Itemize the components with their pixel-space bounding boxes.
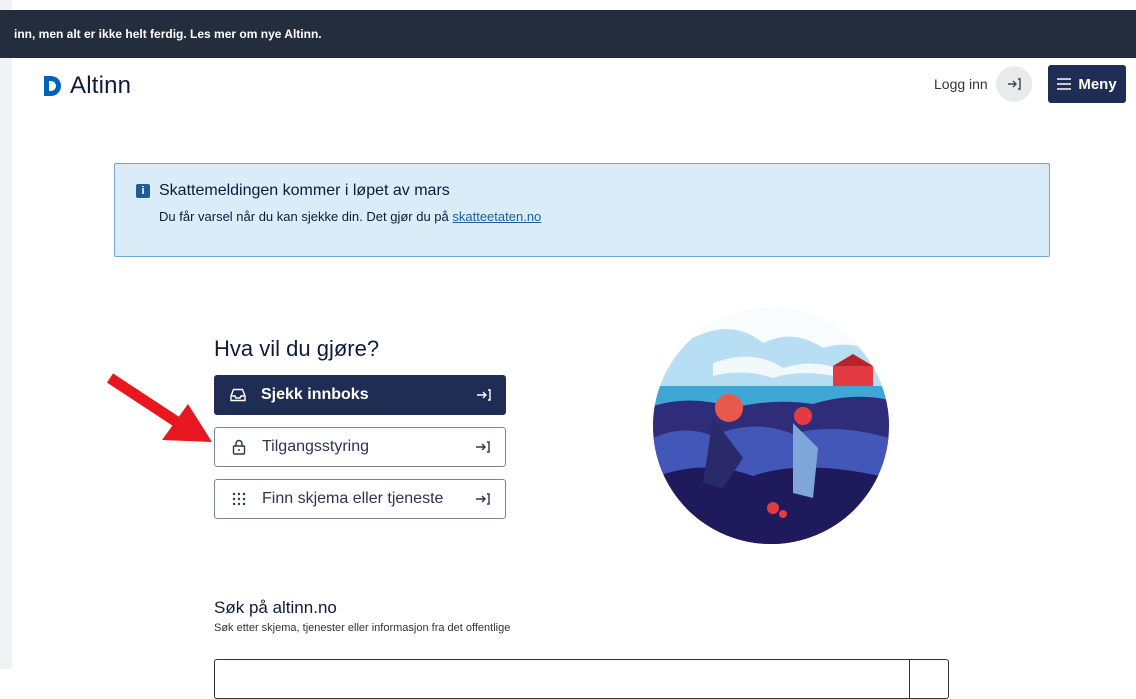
action-label: Tilgangsstyring [262,438,370,455]
left-edge [0,0,12,669]
skatteetaten-link[interactable]: skatteetaten.no [452,209,541,224]
search-button[interactable] [909,659,949,699]
alert-title: Skattemeldingen kommer i løpet av mars [159,182,450,199]
altinn-logo-icon [44,76,61,96]
info-alert: i Skattemeldingen kommer i løpet av mars… [114,163,1050,257]
hamburger-icon [1057,78,1072,90]
annotation-arrow-icon [106,373,212,442]
login-icon [995,66,1032,102]
menu-button[interactable]: Meny [1048,65,1126,103]
menu-label: Meny [1078,75,1117,93]
check-inbox-button[interactable]: Sjekk innboks [214,375,506,415]
access-management-button[interactable]: Tilgangsstyring [214,427,506,467]
alert-body: Du får varsel når du kan sjekke din. Det… [159,209,541,224]
announcement-banner[interactable]: inn, men alt er ikke helt ferdig. Les me… [0,10,1136,58]
arrow-right-icon [475,386,493,404]
action-label: Sjekk innboks [261,386,369,403]
arrow-right-icon [474,490,492,508]
site-header: Altinn Logg inn Meny [12,58,1136,118]
find-form-button[interactable]: Finn skjema eller tjeneste [214,479,506,519]
padlock-icon [230,438,248,456]
inbox-icon [229,386,247,404]
grid-dots-icon [230,490,248,508]
logo-text: Altinn [70,72,132,99]
hero-title: Hva vil du gjøre? [214,336,380,361]
info-icon: i [136,184,150,198]
action-label: Finn skjema eller tjeneste [262,490,444,507]
login-label: Logg inn [934,76,988,92]
altinn-logo[interactable]: Altinn [42,72,131,100]
landscape-illustration [653,308,889,544]
login-button[interactable]: Logg inn [934,66,1032,102]
arrow-right-icon [474,438,492,456]
alert-body-text: Du får varsel når du kan sjekke din. Det… [159,209,453,224]
search-title: Søk på altinn.no [214,598,337,617]
announcement-text: inn, men alt er ikke helt ferdig. Les me… [14,27,322,41]
search-subtitle: Søk etter skjema, tjenester eller inform… [214,622,511,634]
search-input[interactable] [214,659,910,699]
